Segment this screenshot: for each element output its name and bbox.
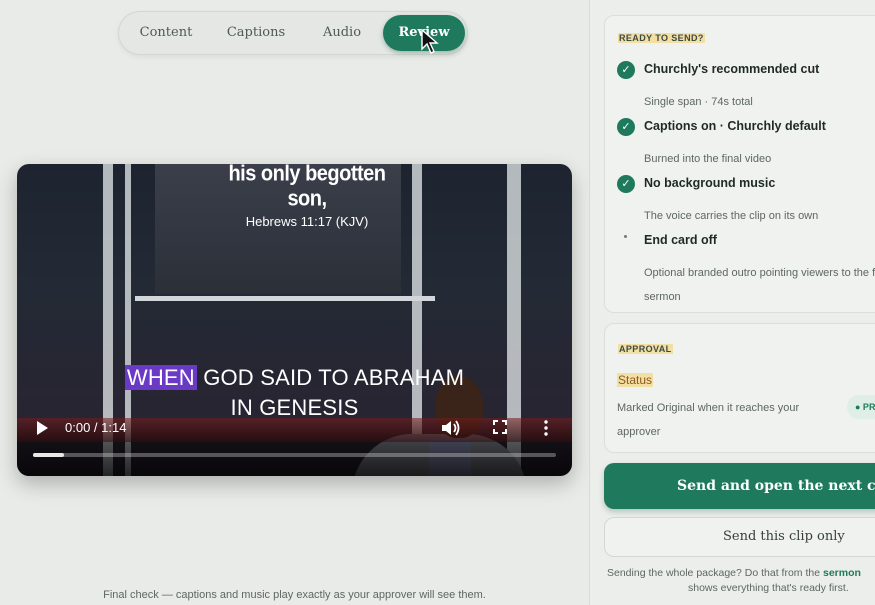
caption-highlight-word: WHEN — [124, 365, 197, 390]
tab-content[interactable]: Content — [126, 15, 206, 51]
progress-fill — [33, 453, 65, 457]
checklist-subtitle: Single span · 74s total — [644, 96, 753, 108]
more-options-icon[interactable] — [543, 419, 549, 437]
checklist-subtitle: Optional branded outro pointing viewers … — [644, 267, 875, 303]
scripture-slide: his only begotten son, Hebrews 11:17 (KJ… — [217, 164, 397, 229]
check-icon: ✓ — [617, 175, 635, 193]
mouse-cursor-icon — [421, 29, 439, 54]
caption-line-1: WHEN GOD SAID TO ABRAHAM — [17, 365, 572, 391]
right-pane: READY TO SEND? ✓ Churchly's recommended … — [589, 0, 875, 605]
bullet-dot-icon — [624, 235, 627, 238]
checklist-title: Churchly's recommended cut — [644, 62, 820, 76]
caption-text: GOD SAID TO ABRAHAM — [203, 365, 465, 390]
scripture-line: his only begotten son, — [228, 164, 386, 212]
section-label: READY TO SEND? — [618, 33, 705, 43]
step-tabs: Content Captions Audio Review — [118, 11, 468, 55]
tab-captions[interactable]: Captions — [214, 15, 298, 51]
volume-icon[interactable] — [441, 419, 461, 437]
status-badge: ● PRE — [847, 395, 875, 419]
fullscreen-icon[interactable] — [493, 420, 507, 434]
send-and-next-button[interactable]: Send and open the next clip → — [604, 463, 875, 509]
play-icon[interactable] — [35, 420, 49, 436]
stage-rail — [135, 296, 435, 301]
time-readout: 0:00 / 1:14 — [65, 420, 127, 435]
scripture-reference: Hebrews 11:17 (KJV) — [245, 214, 369, 229]
progress-bar[interactable] — [33, 453, 556, 457]
footnote: Sending the whole package? Do that from … — [607, 566, 875, 596]
section-label: APPROVAL — [618, 344, 673, 354]
checklist-title: End card off — [644, 233, 717, 247]
video-player[interactable]: his only begotten son, Hebrews 11:17 (KJ… — [17, 164, 572, 476]
send-this-clip-button[interactable]: Send this clip only — [604, 517, 875, 557]
check-icon: ✓ — [617, 61, 635, 79]
status-label: Status — [617, 373, 654, 387]
footnote-line-1: Sending the whole package? Do that from … — [607, 567, 861, 579]
final-check-note: Final check — captions and music play ex… — [103, 589, 486, 601]
status-description: Marked Original when it reaches your app… — [617, 402, 800, 438]
left-pane: Content Captions Audio Review his only b… — [0, 0, 589, 605]
tab-audio[interactable]: Audio — [302, 15, 382, 51]
ready-to-send-card: READY TO SEND? ✓ Churchly's recommended … — [604, 15, 875, 313]
footnote-line-2: shows everything that's ready first. — [688, 582, 849, 594]
sermon-link[interactable]: sermon — [823, 567, 861, 579]
check-icon: ✓ — [617, 118, 635, 136]
approval-card: APPROVAL Status Marked Original when it … — [604, 323, 875, 453]
caption-line-2: IN GENESIS — [230, 395, 359, 420]
checklist-subtitle: Burned into the final video — [644, 153, 772, 165]
checklist-title: No background music — [644, 176, 776, 190]
checklist-title: Captions on · Churchly default — [644, 119, 826, 133]
checklist-subtitle: The voice carries the clip on its own — [644, 210, 819, 222]
